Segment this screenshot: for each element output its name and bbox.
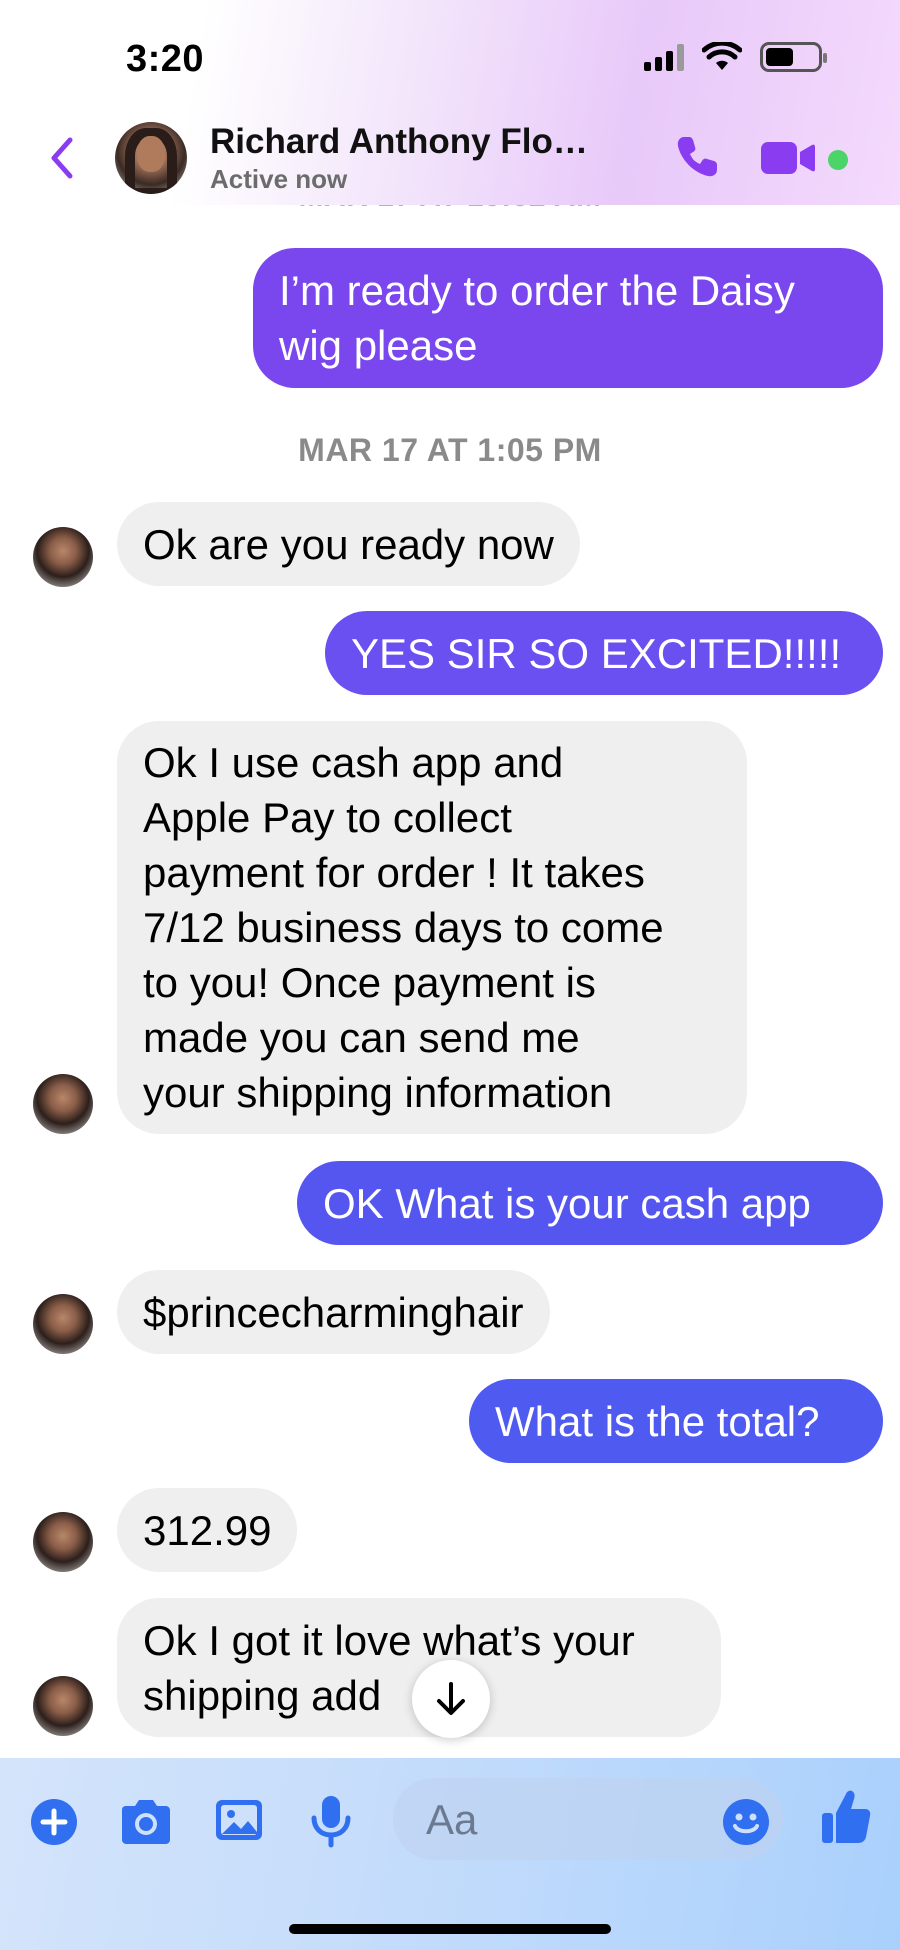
message-outgoing[interactable]: I’m ready to order the Daisy wig please bbox=[253, 248, 883, 388]
status-icons bbox=[644, 42, 827, 72]
status-time: 3:20 bbox=[126, 38, 205, 80]
message-composer: Aa bbox=[0, 1758, 900, 1950]
phone-call-icon[interactable] bbox=[672, 132, 722, 182]
arrow-down-icon bbox=[437, 1682, 465, 1715]
message-outgoing[interactable]: YES SIR SO EXCITED!!!!! bbox=[325, 611, 883, 695]
message-text: Ok I got it love what’s your bbox=[143, 1616, 635, 1664]
message-text: Ok are you ready now bbox=[143, 520, 554, 568]
online-indicator bbox=[828, 150, 848, 170]
contact-name[interactable]: Richard Anthony Flo… bbox=[210, 122, 588, 162]
message-outgoing[interactable]: What is the total? bbox=[469, 1379, 883, 1463]
message-incoming[interactable]: 312.99 bbox=[117, 1488, 298, 1572]
contact-avatar bbox=[33, 1676, 93, 1736]
message-text: OK What is your cash app bbox=[323, 1179, 811, 1227]
battery-icon bbox=[760, 42, 827, 72]
home-indicator bbox=[289, 1924, 611, 1934]
timestamp: MAR 17 AT 1:05 PM bbox=[298, 432, 602, 468]
message-text: shipping add s bbox=[143, 1671, 438, 1719]
contact-avatar bbox=[33, 527, 93, 587]
message-text: YES SIR SO EXCITED!!!!! bbox=[351, 629, 842, 677]
message-text: 7/12 business days to come bbox=[143, 904, 664, 951]
message-thread[interactable]: MAR 17 AT 10:02 AM I’m ready to order th… bbox=[0, 0, 900, 1950]
message-text: payment for order ! It takes bbox=[143, 849, 645, 896]
message-text: your shipping information bbox=[143, 1069, 613, 1116]
cellular-signal-icon bbox=[644, 43, 684, 71]
message-incoming[interactable]: $princecharminghair bbox=[117, 1270, 550, 1354]
plus-icon[interactable] bbox=[30, 1798, 78, 1846]
image-icon[interactable] bbox=[214, 1796, 264, 1844]
thumbs-up-icon[interactable] bbox=[820, 1788, 872, 1846]
top-bar: 3:20 Richard Anthony Flo… Active now bbox=[0, 0, 900, 205]
message-text: Apple Pay to collect bbox=[143, 794, 512, 841]
contact-avatar bbox=[33, 1512, 93, 1572]
contact-avatar bbox=[33, 1074, 93, 1134]
contact-avatar bbox=[33, 1294, 93, 1354]
message-input-placeholder: Aa bbox=[426, 1796, 478, 1843]
message-text: 312.99 bbox=[143, 1506, 272, 1554]
presence-status: Active now bbox=[210, 164, 348, 194]
contact-avatar-large[interactable] bbox=[115, 122, 187, 194]
message-text: made you can send me bbox=[143, 1014, 580, 1061]
message-text: Ok I use cash app and bbox=[143, 739, 564, 786]
message-incoming[interactable]: Ok are you ready now bbox=[117, 502, 580, 586]
emoji-icon[interactable] bbox=[722, 1798, 770, 1846]
video-call-icon[interactable] bbox=[760, 140, 816, 176]
message-text: $princecharminghair bbox=[143, 1288, 524, 1336]
message-text: I’m ready to order the Daisy bbox=[279, 267, 795, 314]
message-incoming[interactable]: Ok I use cash app and Apple Pay to colle… bbox=[117, 721, 747, 1134]
scroll-to-bottom-button[interactable] bbox=[412, 1660, 490, 1738]
camera-icon[interactable] bbox=[118, 1798, 174, 1846]
message-text: wig please bbox=[279, 322, 478, 369]
microphone-icon[interactable] bbox=[309, 1794, 353, 1848]
message-text: What is the total? bbox=[495, 1397, 820, 1445]
message-text: to you! Once payment is bbox=[143, 959, 596, 1006]
back-chevron-icon[interactable] bbox=[44, 134, 80, 182]
wifi-icon bbox=[702, 42, 742, 70]
message-outgoing[interactable]: OK What is your cash app bbox=[297, 1161, 883, 1245]
conversation-header: Richard Anthony Flo… Active now bbox=[0, 110, 900, 200]
